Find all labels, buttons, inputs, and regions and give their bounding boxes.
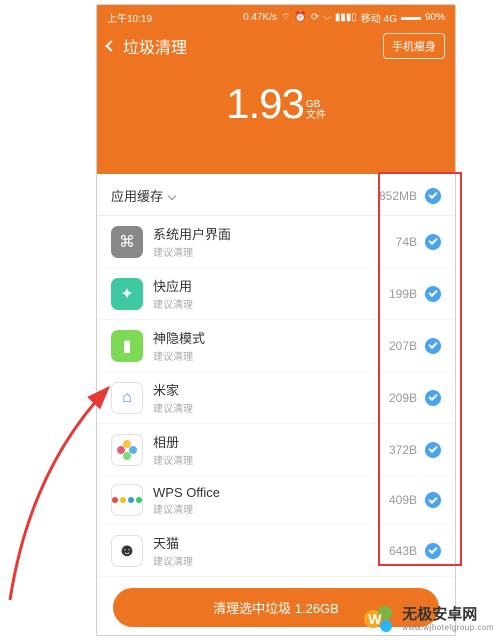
app-check-icon[interactable] [425,286,441,302]
bluetooth-icon: ⌔ [281,11,290,24]
title-row: 垃圾清理 手机瘦身 [97,25,455,61]
app-row[interactable]: ✦ 快应用建议清理199B [97,268,455,320]
app-icon [111,434,143,466]
watermark-sub: www.wjhotelgroup.com [402,624,494,633]
alarm-icon: ⏰ [294,12,306,23]
app-name: 快应用 [153,276,389,295]
status-right: 0.47K/s ⌔ ⏰ ⟳ ⌵ ▮▮▮▯ 移动 4G ▬▬ 90% [243,10,445,25]
app-size: 209B [389,391,417,405]
app-size: 199B [389,287,417,301]
app-icon: ⌘ [111,226,143,258]
wifi-icon: ⌵ [323,12,331,23]
app-icon: ▮ [111,330,143,362]
app-icon [111,484,143,516]
app-check-icon[interactable] [425,390,441,406]
header-area: 上午10:19 0.47K/s ⌔ ⏰ ⟳ ⌵ ▮▮▮▯ 移动 4G ▬▬ 90… [97,5,455,174]
watermark: W 无极安卓网 www.wjhotelgroup.com [364,604,494,636]
app-row[interactable]: ▮ 神隐模式建议清理207B [97,320,455,372]
app-info: 相册建议清理 [153,432,389,467]
app-sub: 建议清理 [153,296,389,311]
back-icon[interactable] [105,40,116,51]
status-time: 上午10:19 [107,10,152,25]
app-name: 天猫 [153,533,389,552]
app-icon: ✦ [111,278,143,310]
app-name: 系统用户界面 [153,224,396,243]
signal-icon: ▮▮▮▯ [335,12,357,23]
app-icon: ☻ [111,535,143,567]
phone-slim-button[interactable]: 手机瘦身 [383,33,445,59]
app-row[interactable]: WPS Office建议清理409B [97,476,455,525]
app-check-icon[interactable] [425,543,441,559]
summary-value: 1.93 [226,83,304,125]
watermark-main: 无极安卓网 [402,607,494,624]
chevron-down-icon [168,191,176,199]
app-icon: ⌂ [111,382,143,414]
app-sub: 建议清理 [153,501,389,516]
app-info: 系统用户界面建议清理 [153,224,396,259]
category-row[interactable]: 应用缓存 852MB [97,174,455,216]
category-check-icon[interactable] [425,188,441,204]
watermark-logo-icon: W [364,604,396,636]
app-size: 643B [389,544,417,558]
app-check-icon[interactable] [425,338,441,354]
status-bar: 上午10:19 0.47K/s ⌔ ⏰ ⟳ ⌵ ▮▮▮▯ 移动 4G ▬▬ 90… [97,5,455,25]
app-row[interactable]: ☻ 天猫建议清理643B [97,525,455,577]
phone-frame: 上午10:19 0.47K/s ⌔ ⏰ ⟳ ⌵ ▮▮▮▯ 移动 4G ▬▬ 90… [96,4,456,636]
battery-icon: ▬▬ [401,12,421,23]
app-check-icon[interactable] [425,234,441,250]
summary-sub: 文件 [306,110,326,121]
app-name: 米家 [153,380,389,399]
app-size: 74B [396,235,417,249]
sync-icon: ⟳ [311,12,319,23]
app-name: WPS Office [153,485,389,500]
app-name: 相册 [153,432,389,451]
app-size: 409B [389,493,417,507]
app-info: 神隐模式建议清理 [153,328,389,363]
status-carrier: 移动 4G [361,10,397,25]
app-row[interactable]: ⌘ 系统用户界面建议清理74B [97,216,455,268]
app-row[interactable]: ⌂ 米家建议清理209B [97,372,455,424]
category-size: 852MB [379,189,417,203]
app-size: 372B [389,443,417,457]
status-battery: 90% [425,12,445,23]
app-info: 米家建议清理 [153,380,389,415]
status-speed: 0.47K/s [243,12,277,23]
app-check-icon[interactable] [425,492,441,508]
app-sub: 建议清理 [153,244,396,259]
app-row[interactable]: 相册建议清理372B [97,424,455,476]
content-area: 应用缓存 852MB ⌘系统用户界面建议清理74B✦快应用建议清理199B▮神隐… [97,174,455,577]
app-sub: 建议清理 [153,400,389,415]
app-info: 快应用建议清理 [153,276,389,311]
summary-unit: GB [306,99,320,110]
page-title: 垃圾清理 [123,34,187,58]
app-list: ⌘系统用户界面建议清理74B✦快应用建议清理199B▮神隐模式建议清理207B⌂… [97,216,455,577]
app-sub: 建议清理 [153,348,389,363]
title-left: 垃圾清理 [107,34,187,58]
app-size: 207B [389,339,417,353]
app-check-icon[interactable] [425,442,441,458]
category-label: 应用缓存 [111,186,163,205]
summary-number: 1.93 GB 文件 [97,61,455,125]
app-sub: 建议清理 [153,553,389,568]
app-name: 神隐模式 [153,328,389,347]
app-info: 天猫建议清理 [153,533,389,568]
app-sub: 建议清理 [153,452,389,467]
app-info: WPS Office建议清理 [153,485,389,516]
